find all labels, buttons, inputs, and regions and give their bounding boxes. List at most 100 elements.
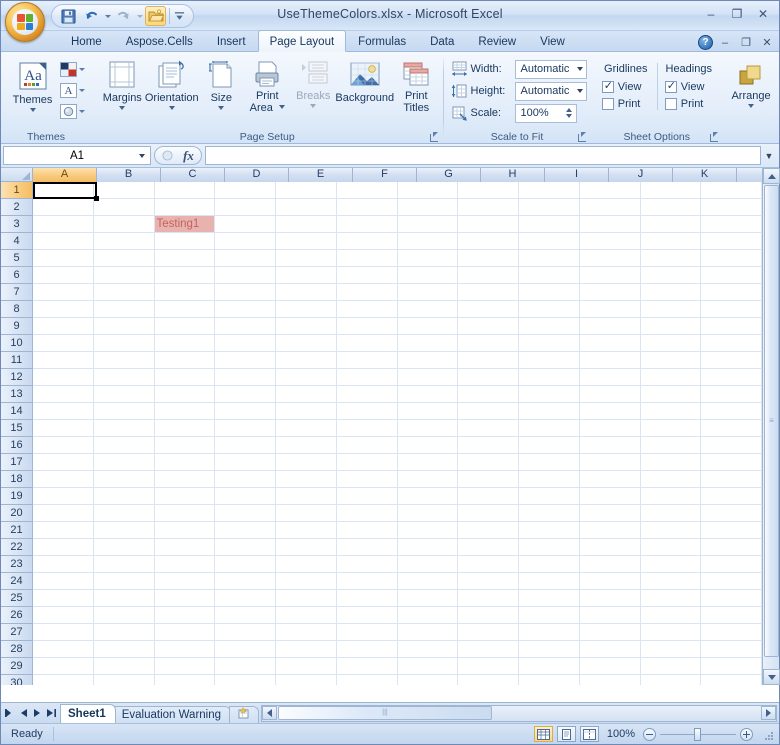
cell-F11[interactable] [336,352,398,369]
cell-C21[interactable] [154,522,216,539]
cell-D28[interactable] [215,641,276,658]
height-select[interactable]: Automatic [514,81,587,101]
cell-H11[interactable] [458,352,519,369]
cell-F22[interactable] [336,539,398,556]
theme-effects-dropdown-icon[interactable] [79,110,85,113]
cell-G8[interactable] [397,301,459,318]
cell-I24[interactable] [519,573,580,590]
cell-E2[interactable] [276,199,337,216]
cell-L10[interactable] [701,335,762,352]
cell-K17[interactable] [640,454,702,471]
tab-review[interactable]: Review [466,31,528,51]
cell-J15[interactable] [579,420,641,437]
cell-G13[interactable] [397,386,459,403]
cell-E26[interactable] [276,607,337,624]
cell-B26[interactable] [93,607,155,624]
cell-D2[interactable] [215,199,276,216]
cell-G2[interactable] [397,199,459,216]
cell-L14[interactable] [701,403,762,420]
cell-F21[interactable] [336,522,398,539]
cell-F19[interactable] [336,488,398,505]
cell-J17[interactable] [579,454,641,471]
cell-L7[interactable] [701,284,762,301]
cell-F26[interactable] [336,607,398,624]
cell-L16[interactable] [701,437,762,454]
cell-B14[interactable] [93,403,155,420]
print-titles-button[interactable]: Print Titles [393,57,439,117]
cell-D22[interactable] [215,539,276,556]
cell-K9[interactable] [640,318,702,335]
row-header-11[interactable]: 11 [1,352,32,369]
cell-G29[interactable] [397,658,459,675]
cell-H2[interactable] [458,199,519,216]
cell-E24[interactable] [276,573,337,590]
cell-C14[interactable] [154,403,216,420]
cell-B27[interactable] [93,624,155,641]
cell-A20[interactable] [33,505,94,522]
cell-K1[interactable] [640,182,702,199]
cell-J4[interactable] [579,233,641,250]
zoom-in-icon[interactable] [740,727,753,741]
row-header-5[interactable]: 5 [1,250,32,267]
formula-input[interactable] [205,146,761,165]
cell-D10[interactable] [215,335,276,352]
cell-C3[interactable]: Testing1 [154,216,216,233]
cell-B23[interactable] [93,556,155,573]
cell-D30[interactable] [215,675,276,685]
cell-D3[interactable] [215,216,276,233]
tab-page-layout[interactable]: Page Layout [257,30,347,52]
cell-B4[interactable] [93,233,155,250]
cell-I1[interactable] [519,182,580,199]
cell-A23[interactable] [33,556,94,573]
theme-colors-dropdown-icon[interactable] [79,68,85,71]
orientation-button[interactable]: Orientation [145,57,199,113]
cell-J22[interactable] [579,539,641,556]
cell-F20[interactable] [336,505,398,522]
theme-fonts-dropdown-icon[interactable] [79,89,85,92]
cell-E18[interactable] [276,471,337,488]
column-header-f[interactable]: F [353,168,417,182]
cell-F24[interactable] [336,573,398,590]
row-header-9[interactable]: 9 [1,318,32,335]
cell-D15[interactable] [215,420,276,437]
page-setup-dialog-launcher[interactable] [429,132,440,143]
cell-A9[interactable] [33,318,94,335]
cell-D24[interactable] [215,573,276,590]
row-header-20[interactable]: 20 [1,505,32,522]
cell-K28[interactable] [640,641,702,658]
resize-grip-icon[interactable] [761,728,773,740]
zoom-slider-handle[interactable] [694,727,701,741]
scale-spinner-icon[interactable] [564,108,575,118]
cell-C7[interactable] [154,284,216,301]
breaks-dropdown-icon[interactable] [310,104,317,108]
cell-L17[interactable] [701,454,762,471]
cell-L1[interactable] [701,182,762,199]
vertical-scroll-thumb[interactable]: ≡ [764,185,779,657]
sheet-options-dialog-launcher[interactable] [709,132,720,143]
cell-C22[interactable] [154,539,216,556]
cell-I7[interactable] [519,284,580,301]
cell-C29[interactable] [154,658,216,675]
cell-H5[interactable] [458,250,519,267]
cell-D21[interactable] [215,522,276,539]
gridlines-view-checkbox-box[interactable] [601,79,614,93]
cell-K15[interactable] [640,420,702,437]
cell-G4[interactable] [397,233,459,250]
cell-G19[interactable] [397,488,459,505]
cell-H27[interactable] [458,624,519,641]
cell-F17[interactable] [336,454,398,471]
cancel-icon[interactable] [157,148,178,164]
cell-B12[interactable] [93,369,155,386]
cell-C19[interactable] [154,488,216,505]
name-box[interactable]: A1 [3,146,151,165]
cell-I13[interactable] [519,386,580,403]
cell-B9[interactable] [93,318,155,335]
cell-G14[interactable] [397,403,459,420]
row-header-18[interactable]: 18 [1,471,32,488]
cell-A11[interactable] [33,352,94,369]
cell-H28[interactable] [458,641,519,658]
scale-stepper[interactable]: 100% [514,103,577,123]
cell-L5[interactable] [701,250,762,267]
row-header-2[interactable]: 2 [1,199,32,216]
cell-J14[interactable] [579,403,641,420]
